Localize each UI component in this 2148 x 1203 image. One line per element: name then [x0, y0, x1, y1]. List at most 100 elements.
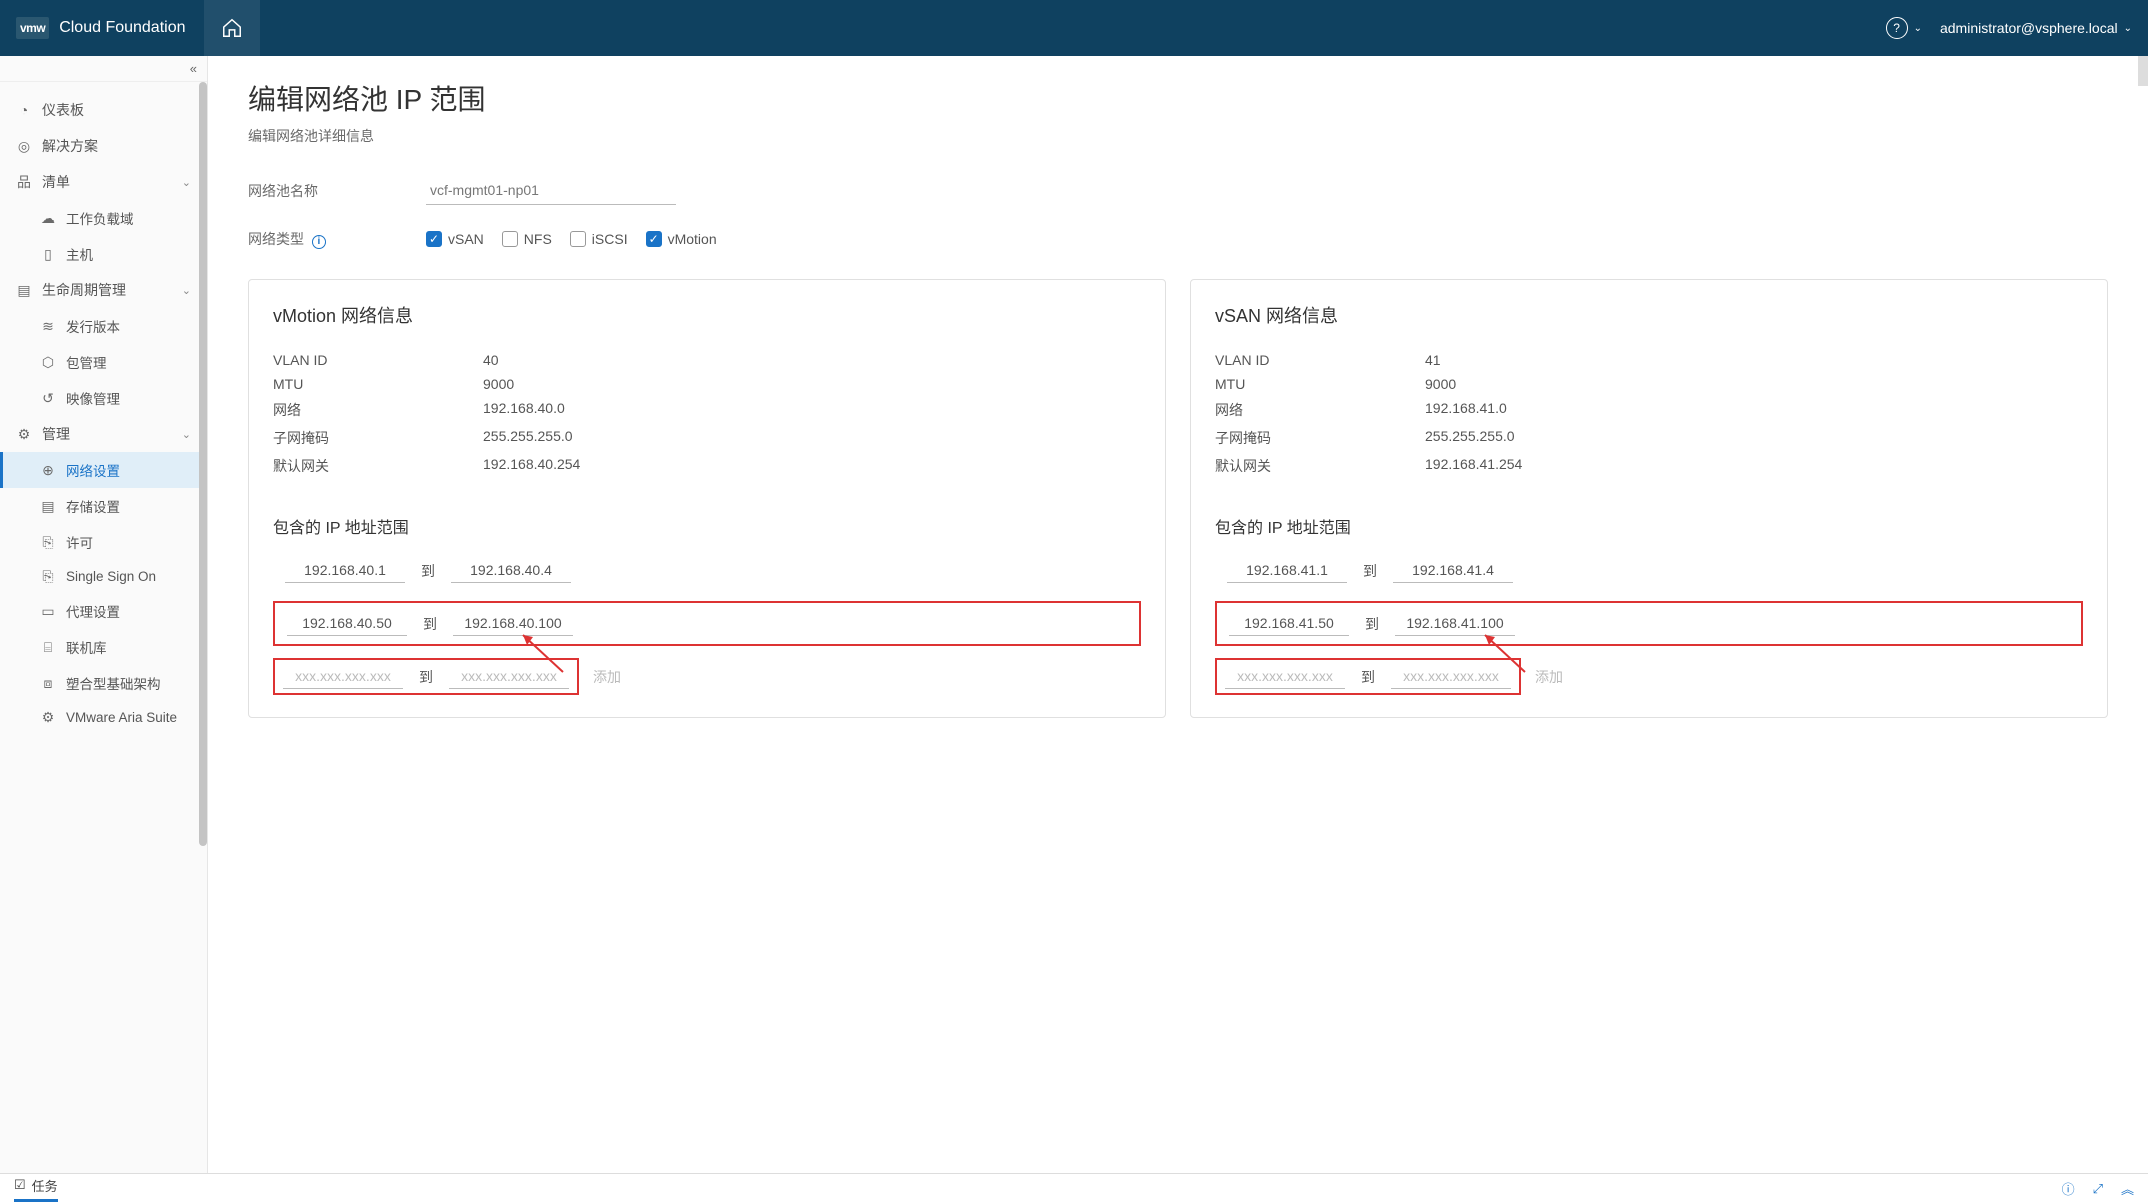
- checkbox-vsan[interactable]: ✓vSAN: [426, 231, 484, 247]
- to-label: 到: [1363, 561, 1377, 581]
- brand: vmw Cloud Foundation: [16, 17, 186, 39]
- kv-key: 默认网关: [1215, 456, 1425, 476]
- chevron-down-icon: ⌄: [2124, 23, 2132, 34]
- sidebar-item-5[interactable]: ▤生命周期管理⌄: [0, 272, 207, 308]
- sidebar-item-15[interactable]: ⌸联机库: [0, 629, 207, 665]
- sidebar-item-0[interactable]: ◔仪表板: [0, 92, 207, 128]
- sidebar-item-7[interactable]: ⬡ 包管理: [0, 344, 207, 380]
- ip-range-new-row: 到: [273, 658, 579, 695]
- checkbox-iscsi[interactable]: iSCSI: [570, 231, 628, 247]
- brand-logo: vmw: [16, 17, 49, 39]
- ip-range-row: 到: [273, 558, 1141, 583]
- sidebar-item-9[interactable]: ⚙管理⌄: [0, 416, 207, 452]
- info-icon[interactable]: i: [312, 235, 326, 249]
- kv-key: MTU: [273, 376, 483, 392]
- ip-to-input[interactable]: [449, 664, 569, 689]
- nav-icon: 品: [16, 172, 32, 192]
- sidebar-item-label: 包管理: [66, 352, 107, 372]
- ip-to-input[interactable]: [1395, 611, 1515, 636]
- ip-from-input[interactable]: [1229, 611, 1349, 636]
- kv-val: 9000: [483, 376, 514, 392]
- nav-icon: ⚙: [16, 426, 32, 443]
- ip-range-row: 到: [1215, 558, 2083, 583]
- sidebar-scrollbar[interactable]: [199, 82, 207, 1173]
- sidebar-item-14[interactable]: ▭ 代理设置: [0, 593, 207, 629]
- vsan-panel: vSAN 网络信息 VLAN ID41 MTU9000 网络192.168.41…: [1190, 279, 2108, 718]
- home-icon: [221, 17, 243, 39]
- to-label: 到: [419, 667, 433, 687]
- sidebar-item-8[interactable]: ↺映像管理: [0, 380, 207, 416]
- kv-val: 40: [483, 352, 499, 368]
- sidebar-item-3[interactable]: ☁工作负载域: [0, 200, 207, 236]
- help-icon[interactable]: ⓘ: [2062, 1179, 2075, 1198]
- to-label: 到: [421, 561, 435, 581]
- sidebar-item-label: 网络设置: [66, 460, 120, 480]
- sidebar-item-label: 主机: [66, 244, 93, 264]
- sidebar-item-4[interactable]: ▯主机: [0, 236, 207, 272]
- help-button[interactable]: ? ⌄: [1886, 17, 1922, 39]
- nav-icon: ⎘: [40, 534, 56, 551]
- kv-val: 192.168.40.254: [483, 456, 580, 476]
- nav-icon: ⬡: [40, 354, 56, 371]
- main-scrollbar[interactable]: [2138, 56, 2148, 86]
- ip-to-input[interactable]: [1391, 664, 1511, 689]
- sidebar-item-12[interactable]: ⎘ 许可: [0, 524, 207, 560]
- sidebar-item-label: 管理: [42, 424, 70, 444]
- sidebar-item-10[interactable]: ⊕网络设置: [0, 452, 207, 488]
- ip-to-input[interactable]: [451, 558, 571, 583]
- kv-val: 192.168.40.0: [483, 400, 565, 420]
- add-range-button[interactable]: 添加: [593, 667, 621, 687]
- ip-from-input[interactable]: [287, 611, 407, 636]
- kv-key: 子网掩码: [1215, 428, 1425, 448]
- check-icon: [570, 231, 586, 247]
- ip-from-input[interactable]: [1227, 558, 1347, 583]
- chevron-down-icon: ⌄: [182, 284, 191, 297]
- user-label: administrator@vsphere.local: [1940, 20, 2118, 36]
- kv-val: 255.255.255.0: [1425, 428, 1515, 448]
- ip-to-input[interactable]: [453, 611, 573, 636]
- nav-icon: ▤: [16, 282, 32, 299]
- sidebar-item-6[interactable]: ≋发行版本: [0, 308, 207, 344]
- checkbox-vmotion[interactable]: ✓vMotion: [646, 231, 717, 247]
- to-label: 到: [1365, 614, 1379, 634]
- sidebar-collapse-button[interactable]: «: [0, 56, 207, 82]
- sidebar-item-13[interactable]: ⎘Single Sign On: [0, 560, 207, 593]
- ip-from-input[interactable]: [285, 558, 405, 583]
- sidebar-item-label: 映像管理: [66, 388, 120, 408]
- sidebar-item-label: 代理设置: [66, 601, 120, 621]
- nav-icon: ▭: [40, 603, 56, 620]
- sidebar-item-2[interactable]: 品清单⌄: [0, 164, 207, 200]
- nav-icon: ◔: [16, 102, 32, 118]
- sidebar-item-16[interactable]: ⧈塑合型基础架构: [0, 665, 207, 701]
- scrollbar-thumb[interactable]: [199, 82, 207, 846]
- ip-from-input[interactable]: [1225, 664, 1345, 689]
- add-range-button[interactable]: 添加: [1535, 667, 1563, 687]
- sidebar: « ◔仪表板 ◎ 解决方案品清单⌄☁工作负载域▯主机▤生命周期管理⌄≋发行版本 ⬡ 包管…: [0, 56, 208, 1173]
- ip-range-row-highlighted: 到: [1215, 601, 2083, 646]
- check-icon: ✓: [426, 231, 442, 247]
- ip-from-input[interactable]: [283, 664, 403, 689]
- home-button[interactable]: [204, 0, 260, 56]
- pool-name-input[interactable]: [426, 176, 676, 205]
- sidebar-item-label: Single Sign On: [66, 569, 156, 584]
- user-menu[interactable]: administrator@vsphere.local ⌄: [1940, 20, 2132, 36]
- sidebar-item-17[interactable]: ⚙VMware Aria Suite: [0, 701, 207, 734]
- ip-to-input[interactable]: [1393, 558, 1513, 583]
- vmotion-panel: vMotion 网络信息 VLAN ID40 MTU9000 网络192.168…: [248, 279, 1166, 718]
- checkbox-nfs[interactable]: NFS: [502, 231, 552, 247]
- network-type-row: 网络类型 i ✓vSAN NFS iSCSI ✓vMotion: [248, 229, 2108, 249]
- nav-icon: ≋: [40, 318, 56, 335]
- tasks-tab[interactable]: ☑ 任务: [14, 1176, 58, 1202]
- sidebar-item-label: 许可: [66, 532, 93, 552]
- sidebar-item-label: 解决方案: [42, 136, 98, 156]
- ip-range-title: 包含的 IP 地址范围: [1215, 514, 2083, 538]
- sidebar-item-11[interactable]: ▤存储设置: [0, 488, 207, 524]
- sidebar-item-label: VMware Aria Suite: [66, 710, 177, 725]
- collapse-up-icon[interactable]: ︽: [2121, 1179, 2134, 1198]
- pool-name-row: 网络池名称: [248, 176, 2108, 205]
- nav-icon: ◎: [16, 138, 32, 155]
- network-type-checkboxes: ✓vSAN NFS iSCSI ✓vMotion: [426, 231, 717, 247]
- expand-icon[interactable]: ⤢: [2093, 1181, 2103, 1197]
- sidebar-item-1[interactable]: ◎ 解决方案: [0, 128, 207, 164]
- kv-key: VLAN ID: [273, 352, 483, 368]
